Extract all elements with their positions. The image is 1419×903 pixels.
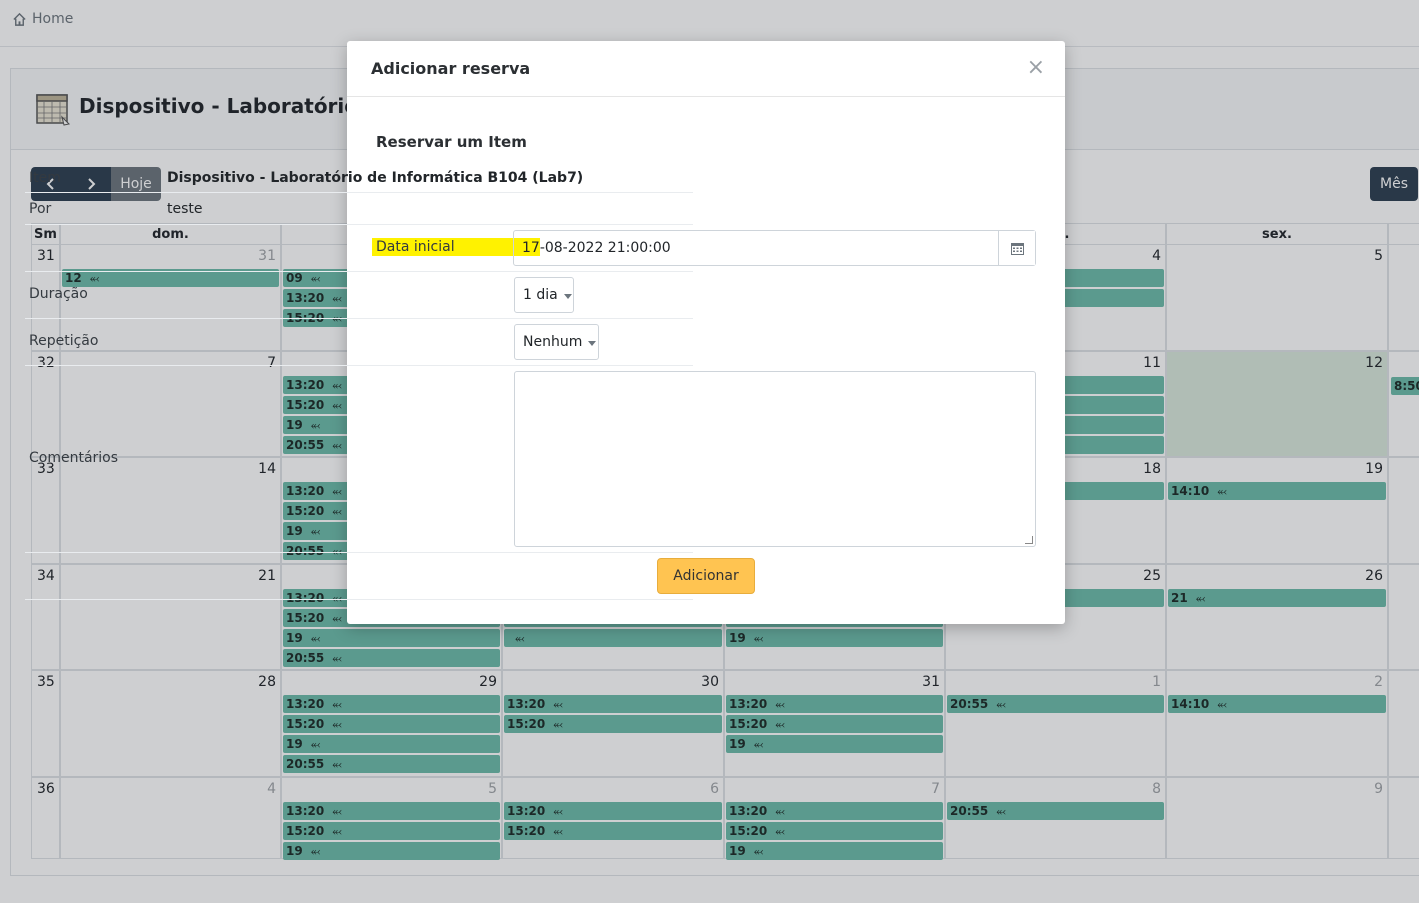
duracao-row: Duração — [25, 272, 693, 319]
start-date-input[interactable]: 17-08-2022 21:00:00 — [513, 230, 1036, 266]
resize-grip-icon[interactable] — [1025, 536, 1033, 544]
repetition-value: Nenhum — [523, 334, 583, 350]
caret-down-icon — [588, 340, 597, 346]
comments-textarea[interactable] — [514, 371, 1036, 547]
date-picker-button[interactable] — [998, 231, 1035, 265]
item-label: Item — [29, 170, 61, 186]
calendar-grid-icon — [1010, 242, 1024, 255]
form-heading: Reservar um Item — [376, 133, 527, 151]
duration-select[interactable]: 1 dia — [514, 277, 574, 313]
por-label: Por — [29, 201, 52, 217]
add-button[interactable]: Adicionar — [657, 558, 755, 594]
comentarios-label: Comentários — [29, 450, 119, 466]
item-row: Item Dispositivo - Laboratório de Inform… — [25, 163, 693, 193]
actions-row — [25, 553, 693, 600]
caret-down-icon — [563, 293, 572, 299]
duration-value: 1 dia — [523, 287, 558, 303]
data-inicial-label: Data inicial — [376, 239, 455, 255]
por-value: teste — [167, 201, 203, 217]
close-icon[interactable]: × — [1027, 57, 1045, 79]
por-row: Por teste — [25, 194, 693, 225]
modal-title: Adicionar reserva — [371, 59, 531, 78]
repetition-select[interactable]: Nenhum — [514, 324, 599, 360]
start-date-value: 17-08-2022 21:00:00 — [522, 240, 671, 256]
item-value: Dispositivo - Laboratório de Informática… — [167, 170, 584, 186]
duracao-label: Duração — [29, 286, 88, 302]
repeticao-label: Repetição — [29, 333, 99, 349]
modal-header: Adicionar reserva × — [347, 41, 1065, 97]
